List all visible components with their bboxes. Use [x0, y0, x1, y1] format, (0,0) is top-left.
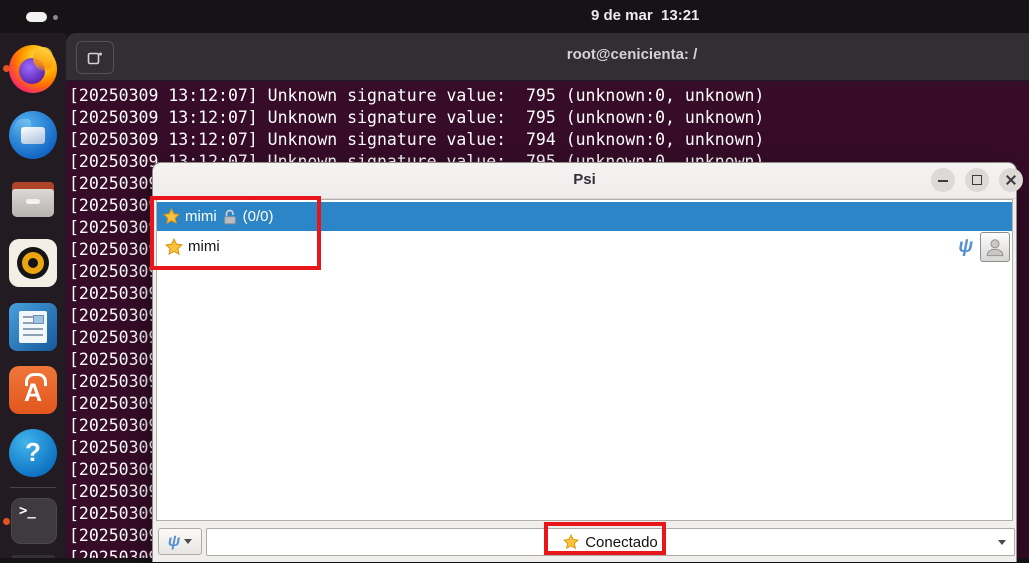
psi-logo-icon: ψ [167, 532, 181, 550]
running-indicator [3, 518, 10, 525]
avatar-icon [986, 238, 1004, 256]
new-tab-icon [87, 52, 102, 64]
ubuntu-software-icon [9, 366, 57, 414]
rhythmbox-icon [9, 239, 57, 287]
close-button[interactable] [999, 168, 1023, 192]
workspace-dot-indicator [53, 15, 58, 20]
window-title: Psi [573, 171, 596, 188]
terminal-log-line: [20250309 13:12:07] Unknown signature va… [69, 108, 765, 127]
dock-item-libreoffice-writer[interactable] [0, 303, 66, 351]
libreoffice-writer-icon [9, 303, 57, 351]
dock-item-rhythmbox[interactable] [0, 239, 66, 287]
annotation-box-roster [150, 196, 321, 270]
psi-titlebar[interactable]: Psi [153, 163, 1023, 199]
psi-client-icon: ψ [958, 236, 973, 257]
files-icon [9, 176, 57, 224]
psi-menu-button[interactable]: ψ [158, 528, 202, 555]
dock [0, 33, 66, 558]
dock-item-firefox[interactable] [0, 45, 66, 93]
terminal-header: root@cenicienta: / [66, 33, 1029, 81]
minimize-icon [938, 180, 948, 182]
maximize-button[interactable] [965, 168, 989, 192]
minimize-button[interactable] [931, 168, 955, 192]
new-tab-button[interactable] [76, 41, 114, 74]
maximize-icon [972, 175, 982, 185]
top-bar: 9 de mar 13:21 [0, 0, 1029, 33]
terminal-log-line: [20250309 13:12:07] Unknown signature va… [69, 86, 765, 105]
workspace-pill-indicator [26, 12, 47, 22]
dock-item-help[interactable] [0, 429, 66, 477]
dock-item-ubuntu-software[interactable] [0, 366, 66, 414]
firefox-icon [9, 45, 57, 93]
terminal-icon [11, 498, 57, 544]
annotation-box-status [544, 522, 666, 555]
terminal-log-line: [20250309 13:12:07] Unknown signature va… [69, 130, 765, 149]
chevron-down-icon [998, 540, 1006, 545]
help-icon [9, 429, 57, 477]
dock-divider [10, 487, 56, 488]
dock-item-files[interactable] [0, 176, 66, 224]
avatar-button[interactable] [980, 231, 1010, 262]
dock-item-terminal[interactable] [0, 498, 66, 546]
clock[interactable]: 9 de mar 13:21 [591, 7, 699, 24]
thunderbird-icon [9, 111, 57, 159]
dock-item-thunderbird[interactable] [0, 111, 66, 159]
chevron-down-icon [184, 539, 193, 544]
